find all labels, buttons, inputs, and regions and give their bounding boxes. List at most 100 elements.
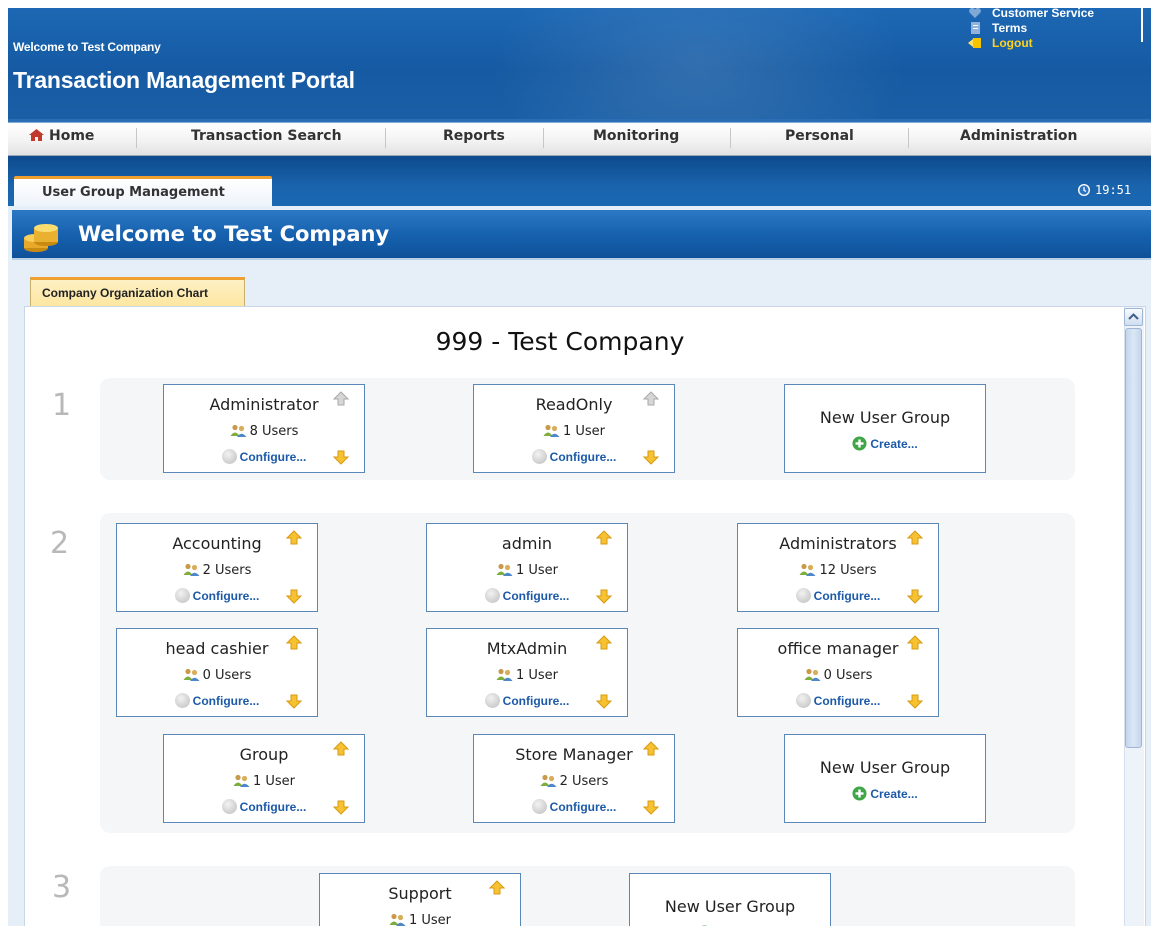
- move-up-arrow-icon[interactable]: [643, 391, 659, 407]
- welcome-banner: Welcome to Test Company: [12, 210, 1151, 260]
- main-nav: Home Transaction Search Reports Monitori…: [8, 119, 1151, 156]
- nav-administration[interactable]: Administration: [960, 128, 1077, 150]
- tab-user-group-management[interactable]: User Group Management: [14, 176, 272, 206]
- users-icon: [540, 774, 557, 787]
- move-up-arrow-icon[interactable]: [596, 635, 612, 651]
- nav-personal[interactable]: Personal: [785, 128, 854, 150]
- user-group-box: Administrators 12 Users Configure...: [737, 523, 939, 612]
- header-links: Customer Service Terms Logout: [968, 6, 1138, 51]
- user-count-label: 1 User: [515, 563, 559, 578]
- customer-service-label: Customer Service: [992, 6, 1095, 20]
- users-icon: [496, 563, 513, 576]
- user-group-box: Support 1 User Configure...: [319, 873, 521, 926]
- scroll-up-button[interactable]: [1124, 308, 1143, 326]
- users-icon: [389, 913, 406, 926]
- users-icon: [183, 563, 200, 576]
- nav-transaction-search[interactable]: Transaction Search: [191, 128, 342, 150]
- group-user-count[interactable]: 1 User: [427, 668, 627, 683]
- user-group-box: Accounting 2 Users Configure...: [116, 523, 318, 612]
- user-count-label: 1 User: [515, 668, 559, 683]
- move-up-arrow-icon[interactable]: [907, 635, 923, 651]
- nav-reports[interactable]: Reports: [443, 128, 505, 150]
- portal-title: Transaction Management Portal: [13, 67, 355, 93]
- level-number: 3: [52, 870, 72, 905]
- add-icon: [852, 436, 867, 451]
- user-count-label: 0 Users: [823, 668, 873, 683]
- user-count-label: 2 Users: [559, 774, 609, 789]
- users-icon: [804, 668, 821, 681]
- user-group-box: head cashier 0 Users Configure...: [116, 628, 318, 717]
- user-count-label: 0 Users: [202, 668, 252, 683]
- welcome-text: Welcome to Test Company: [13, 40, 161, 54]
- user-count-label: 8 Users: [249, 424, 299, 439]
- new-user-group-box: New User Group Create...: [629, 873, 831, 926]
- users-icon: [799, 563, 816, 576]
- chevron-up-icon: [1128, 313, 1139, 320]
- move-down-arrow-icon[interactable]: [643, 799, 659, 815]
- move-up-arrow-icon[interactable]: [489, 880, 505, 896]
- group-user-count[interactable]: 12 Users: [738, 563, 938, 578]
- move-up-arrow-icon[interactable]: [333, 741, 349, 757]
- group-user-count[interactable]: 2 Users: [117, 563, 317, 578]
- group-user-count[interactable]: 8 Users: [164, 424, 364, 439]
- move-up-arrow-icon[interactable]: [333, 391, 349, 407]
- user-group-box: Store Manager 2 Users Configure...: [473, 734, 675, 823]
- clock-icon: [1078, 184, 1090, 196]
- gear-icon: [531, 799, 547, 814]
- nav-separator: [908, 128, 909, 148]
- group-user-count[interactable]: 1 User: [320, 913, 520, 926]
- scrollbar-thumb[interactable]: [1125, 328, 1142, 748]
- configure-label: Configure...: [549, 800, 617, 814]
- gear-icon: [531, 449, 547, 464]
- nav-monitoring[interactable]: Monitoring: [593, 128, 679, 150]
- create-group-link[interactable]: Create...: [785, 436, 985, 451]
- move-down-arrow-icon[interactable]: [333, 449, 349, 465]
- move-down-arrow-icon[interactable]: [596, 588, 612, 604]
- gear-icon: [221, 799, 237, 814]
- move-down-arrow-icon[interactable]: [907, 693, 923, 709]
- customer-service-link[interactable]: Customer Service: [968, 6, 1138, 20]
- company-title: 999 - Test Company: [435, 327, 685, 356]
- clock-time: 19:51: [1095, 183, 1132, 197]
- user-count-label: 12 Users: [819, 563, 877, 578]
- group-user-count[interactable]: 0 Users: [738, 668, 938, 683]
- logout-icon: [968, 38, 981, 48]
- move-down-arrow-icon[interactable]: [596, 693, 612, 709]
- nav-home-label: Home: [49, 128, 95, 144]
- terms-link[interactable]: Terms: [968, 21, 1138, 35]
- user-group-box: ReadOnly 1 User Configure...: [473, 384, 675, 473]
- gear-icon: [484, 588, 500, 603]
- move-down-arrow-icon[interactable]: [643, 449, 659, 465]
- logout-link[interactable]: Logout: [968, 36, 1138, 50]
- move-up-arrow-icon[interactable]: [286, 635, 302, 651]
- group-user-count[interactable]: 0 Users: [117, 668, 317, 683]
- user-group-box: Group 1 User Configure...: [163, 734, 365, 823]
- group-user-count[interactable]: 2 Users: [474, 774, 674, 789]
- new-user-group-label: New User Group: [819, 758, 951, 777]
- move-down-arrow-icon[interactable]: [907, 588, 923, 604]
- tab-company-organization-chart[interactable]: Company Organization Chart: [30, 277, 245, 307]
- coins-icon: [24, 224, 58, 252]
- configure-label: Configure...: [549, 450, 617, 464]
- configure-label: Configure...: [239, 450, 307, 464]
- move-up-arrow-icon[interactable]: [596, 530, 612, 546]
- move-up-arrow-icon[interactable]: [643, 741, 659, 757]
- create-group-link[interactable]: Create...: [785, 786, 985, 801]
- move-up-arrow-icon[interactable]: [286, 530, 302, 546]
- group-user-count[interactable]: 1 User: [474, 424, 674, 439]
- configure-label: Configure...: [813, 589, 881, 603]
- configure-label: Configure...: [502, 589, 570, 603]
- create-label: Create...: [870, 787, 918, 801]
- group-user-count[interactable]: 1 User: [164, 774, 364, 789]
- move-down-arrow-icon[interactable]: [286, 693, 302, 709]
- move-down-arrow-icon[interactable]: [286, 588, 302, 604]
- move-down-arrow-icon[interactable]: [333, 799, 349, 815]
- move-up-arrow-icon[interactable]: [907, 530, 923, 546]
- nav-home[interactable]: Home: [28, 128, 94, 150]
- nav-separator: [730, 128, 731, 148]
- users-icon: [233, 774, 250, 787]
- user-group-box: admin 1 User Configure...: [426, 523, 628, 612]
- group-user-count[interactable]: 1 User: [427, 563, 627, 578]
- nav-separator: [543, 128, 544, 148]
- new-user-group-label: New User Group: [664, 897, 796, 916]
